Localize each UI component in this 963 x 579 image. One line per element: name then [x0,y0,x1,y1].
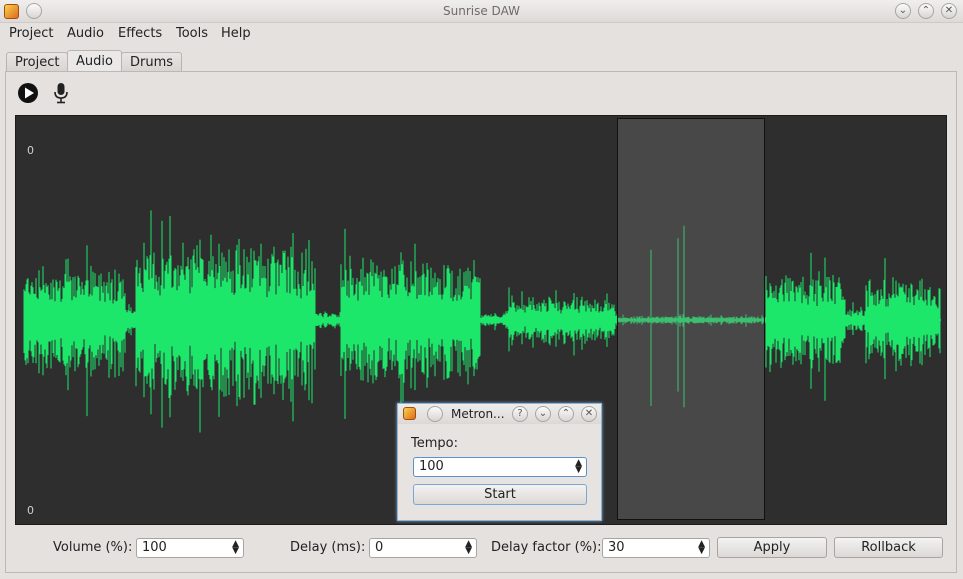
spin-arrows-icon[interactable]: ▲ ▼ [698,540,705,556]
play-button[interactable] [16,81,40,105]
delay-factor-spinbox[interactable]: 30 ▲ ▼ [602,538,710,558]
tempo-label: Tempo: [411,436,458,451]
menu-help[interactable]: Help [221,26,251,41]
metronome-app-icon[interactable] [403,407,416,420]
metronome-dialog: Metron... ? ⌄ ⌃ ✕ Tempo: 100 ▲ ▼ Start [397,403,602,521]
volume-spinbox[interactable]: 100 ▲ ▼ [136,538,244,558]
close-button[interactable]: ✕ [941,3,957,19]
minimize-button[interactable]: ⌄ [895,3,911,19]
delay-label: Delay (ms): [290,540,366,555]
apply-button[interactable]: Apply [717,537,827,558]
metronome-menu-button[interactable] [427,406,443,422]
spin-arrows-icon[interactable]: ▲ ▼ [232,540,239,556]
tempo-spinbox[interactable]: 100 ▲ ▼ [413,457,587,477]
delay-factor-label: Delay factor (%): [491,540,602,555]
metronome-title: Metron... [451,407,505,421]
metronome-close-button[interactable]: ✕ [581,406,597,422]
tab-project[interactable]: Project [6,52,69,72]
menu-bar: Project Audio Effects Tools Help [0,24,963,46]
menu-tools[interactable]: Tools [176,26,208,41]
maximize-button[interactable]: ⌃ [918,3,934,19]
metronome-help-button[interactable]: ? [512,406,528,422]
menu-effects[interactable]: Effects [118,26,162,41]
window-title: Sunrise DAW [443,4,520,18]
tab-drums[interactable]: Drums [121,52,183,72]
spin-arrows-icon[interactable]: ▲ ▼ [465,540,472,556]
tempo-value: 100 [419,459,444,474]
title-bar: Sunrise DAW ⌄ ⌃ ✕ [0,0,963,23]
metronome-minimize-button[interactable]: ⌄ [535,406,551,422]
record-button[interactable] [49,81,73,105]
microphone-icon [54,83,68,104]
app-window: Sunrise DAW ⌄ ⌃ ✕ Project Audio Effects … [0,0,963,579]
waveform-trace [23,210,941,433]
volume-label: Volume (%): [53,540,133,555]
tab-audio[interactable]: Audio [67,50,122,72]
metronome-title-bar: Metron... ? ⌄ ⌃ ✕ [398,404,601,424]
menu-audio[interactable]: Audio [67,26,104,41]
waveform-selection[interactable] [617,118,765,520]
metronome-maximize-button[interactable]: ⌃ [558,406,574,422]
delay-value: 0 [375,540,384,555]
spin-arrows-icon[interactable]: ▲ ▼ [575,459,582,475]
metronome-start-button[interactable]: Start [413,484,587,505]
volume-value: 100 [142,540,167,555]
menu-project[interactable]: Project [9,26,53,41]
delay-spinbox[interactable]: 0 ▲ ▼ [369,538,477,558]
play-icon [18,83,38,103]
rollback-button[interactable]: Rollback [834,537,943,558]
delay-factor-value: 30 [608,540,625,555]
